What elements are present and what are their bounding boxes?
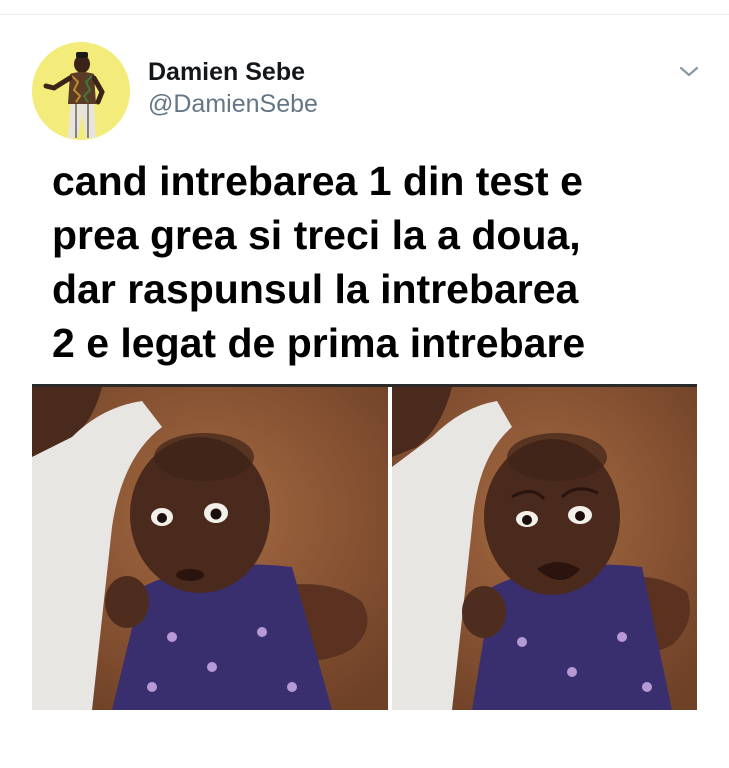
baby-crying-photo <box>392 387 697 710</box>
tweet-menu-button[interactable] <box>676 62 702 82</box>
meme-image <box>32 387 697 710</box>
tweet-card: Damien Sebe @DamienSebe cand intrebarea … <box>0 0 729 768</box>
chevron-down-icon <box>679 66 699 77</box>
username-handle[interactable]: @DamienSebe <box>148 88 318 120</box>
divider <box>0 14 729 15</box>
tweet-text: cand intrebarea 1 din test e prea grea s… <box>52 158 586 366</box>
avatar-person-icon <box>32 42 130 140</box>
baby-worried-photo <box>32 387 388 710</box>
display-name[interactable]: Damien Sebe <box>148 56 318 88</box>
avatar[interactable] <box>32 42 130 140</box>
author-block: Damien Sebe @DamienSebe <box>148 56 318 120</box>
tweet-media[interactable] <box>32 384 697 710</box>
